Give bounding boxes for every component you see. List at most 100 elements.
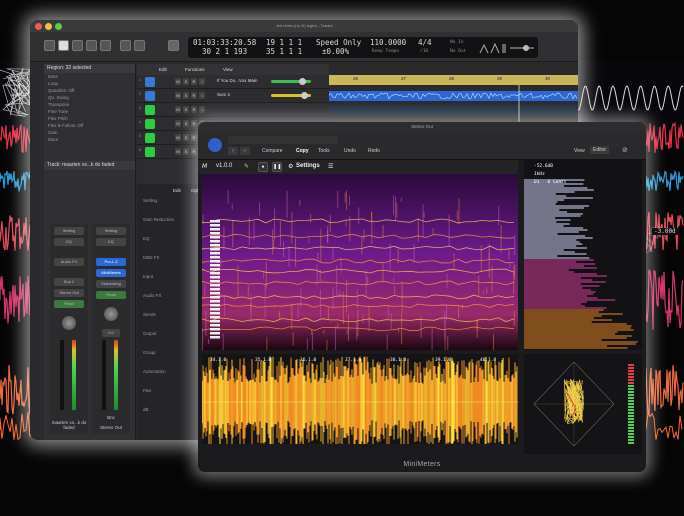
hamburger-menu-icon[interactable]: ☰ [328,163,333,170]
track-record-button[interactable]: R [191,78,197,85]
smart-controls-button[interactable] [86,40,97,51]
inspector-row[interactable]: Flex Pitch [44,115,135,122]
zoom-window-button[interactable] [55,23,62,30]
track-icon[interactable] [145,119,155,129]
track-mute-button[interactable]: M [175,92,181,99]
strip-eq-button[interactable]: EQ [96,238,126,246]
stop-button[interactable] [168,40,179,51]
strip-eq-button[interactable]: EQ [54,238,84,246]
inspector-row[interactable]: Gain [44,129,135,136]
track-input-button[interactable]: I [199,92,205,99]
tools-button[interactable]: Tools [318,148,330,154]
copy-button[interactable]: Copy [296,148,309,154]
minimize-window-button[interactable] [45,23,52,30]
library-button[interactable] [44,40,55,51]
pause-icon[interactable]: ❚❚ [272,162,282,172]
track-solo-button[interactable]: S [183,78,189,85]
stereometer-vectorscope[interactable] [524,354,642,454]
inspector-row[interactable]: Flex & Follow: Off [44,122,135,129]
track-input-button[interactable]: I [199,106,205,113]
mixer-button[interactable] [100,40,111,51]
editors-button[interactable] [120,40,131,51]
strip-automation-button[interactable]: Read [54,300,84,308]
strip-automation-button[interactable]: Read [96,291,126,299]
inspector-row[interactable]: Transpose [44,101,135,108]
track-icon[interactable] [145,133,155,143]
strip-output-button[interactable]: Stereo Out [54,289,84,297]
track-row[interactable]: 1 M S R I If You Do...Vox Main [137,75,329,89]
track-solo-button[interactable]: S [183,148,189,155]
inspector-row[interactable]: Loop [44,80,135,87]
track-solo-button[interactable]: S [183,120,189,127]
strip-audio-fx[interactable]: Audio FX [54,258,84,266]
strip-setting-button[interactable]: Setting [96,227,126,235]
track-mute-button[interactable]: M [175,106,181,113]
menu-edit[interactable]: Edit [159,64,167,75]
pan-knob[interactable] [104,307,118,321]
menu-functions[interactable]: Functions [185,64,205,75]
help-button[interactable] [72,40,83,51]
track-volume-slider[interactable] [271,92,311,99]
lcd-mode[interactable]: Speed Only [316,38,361,47]
menu-view[interactable]: View [223,64,233,75]
track-mute-button[interactable]: M [175,134,181,141]
view-editor-select[interactable]: Editor [590,146,610,154]
track-record-button[interactable]: R [191,148,197,155]
track-row[interactable]: 3MSRI [137,103,329,117]
lcd-signature[interactable]: 4/4 [418,38,432,47]
track-record-button[interactable]: R [191,106,197,113]
power-icon[interactable] [208,138,222,152]
track-icon[interactable] [145,77,155,87]
track-mute-button[interactable]: M [175,78,181,85]
track-record-button[interactable]: R [191,134,197,141]
settings-button[interactable]: Settings [296,163,320,169]
pencil-icon[interactable]: ✎ [244,163,249,170]
strip-bounce-label[interactable]: Bnc [92,415,130,420]
track-inspector-header[interactable]: Track: maarten vs...k do faded [44,161,135,170]
track-name[interactable]: If You Do...Vox Main [217,78,258,83]
tuner-icon[interactable] [478,41,508,55]
inspector-row[interactable]: Mute [44,73,135,80]
link-icon[interactable]: ⊘ [622,146,628,154]
volume-fader[interactable] [102,340,106,410]
plugin-slot-minimeters[interactable]: MiniMeters [96,269,126,277]
gear-icon[interactable]: ⚙ [288,163,293,170]
track-solo-button[interactable]: S [183,92,189,99]
spectrogram-view[interactable] [202,160,518,350]
track-volume-slider[interactable] [271,78,311,85]
track-name[interactable]: Sum 2 [217,92,230,97]
track-icon[interactable] [145,105,155,115]
track-record-button[interactable]: R [191,92,197,99]
inspector-row[interactable]: More [44,136,135,143]
compare-button[interactable]: Compare [262,148,283,154]
track-icon[interactable] [145,147,155,157]
track-mute-button[interactable]: M [175,120,181,127]
inspector-row[interactable]: Qu. Swing [44,94,135,101]
track-solo-button[interactable]: S [183,134,189,141]
track-input-button[interactable]: I [199,78,205,85]
plugin-slot-pro-l2[interactable]: Pro-L 2 [96,258,126,266]
inspector-row[interactable]: Quantize: Off [44,87,135,94]
track-record-button[interactable]: R [191,120,197,127]
lcd-tempo[interactable]: 110.0000 [370,38,406,47]
preset-menu[interactable] [228,136,338,144]
volume-fader[interactable] [60,340,64,410]
next-preset-button[interactable]: › [240,147,250,155]
track-mute-button[interactable]: M [175,148,181,155]
lower-menu-edit[interactable]: Edit [173,188,181,193]
track-row[interactable]: 2 M S R I Sum 2 [137,89,329,103]
region-inspector-header[interactable]: Region: 32 selected [44,64,135,73]
master-volume-icon[interactable] [510,43,536,53]
record-icon[interactable]: ● [258,162,268,172]
track-icon[interactable] [145,91,155,101]
oscilloscope-waveform[interactable] [202,354,518,444]
scissors-icon[interactable] [134,40,145,51]
inspector-button[interactable] [58,40,69,51]
prev-preset-button[interactable]: ‹ [228,147,238,155]
close-window-button[interactable] [35,23,42,30]
track-solo-button[interactable]: S [183,106,189,113]
undo-button[interactable]: Undo [344,148,356,154]
redo-button[interactable]: Redo [368,148,380,154]
strip-send-button[interactable]: Bus 2 [54,278,84,286]
inspector-row[interactable]: Fine Tune [44,108,135,115]
